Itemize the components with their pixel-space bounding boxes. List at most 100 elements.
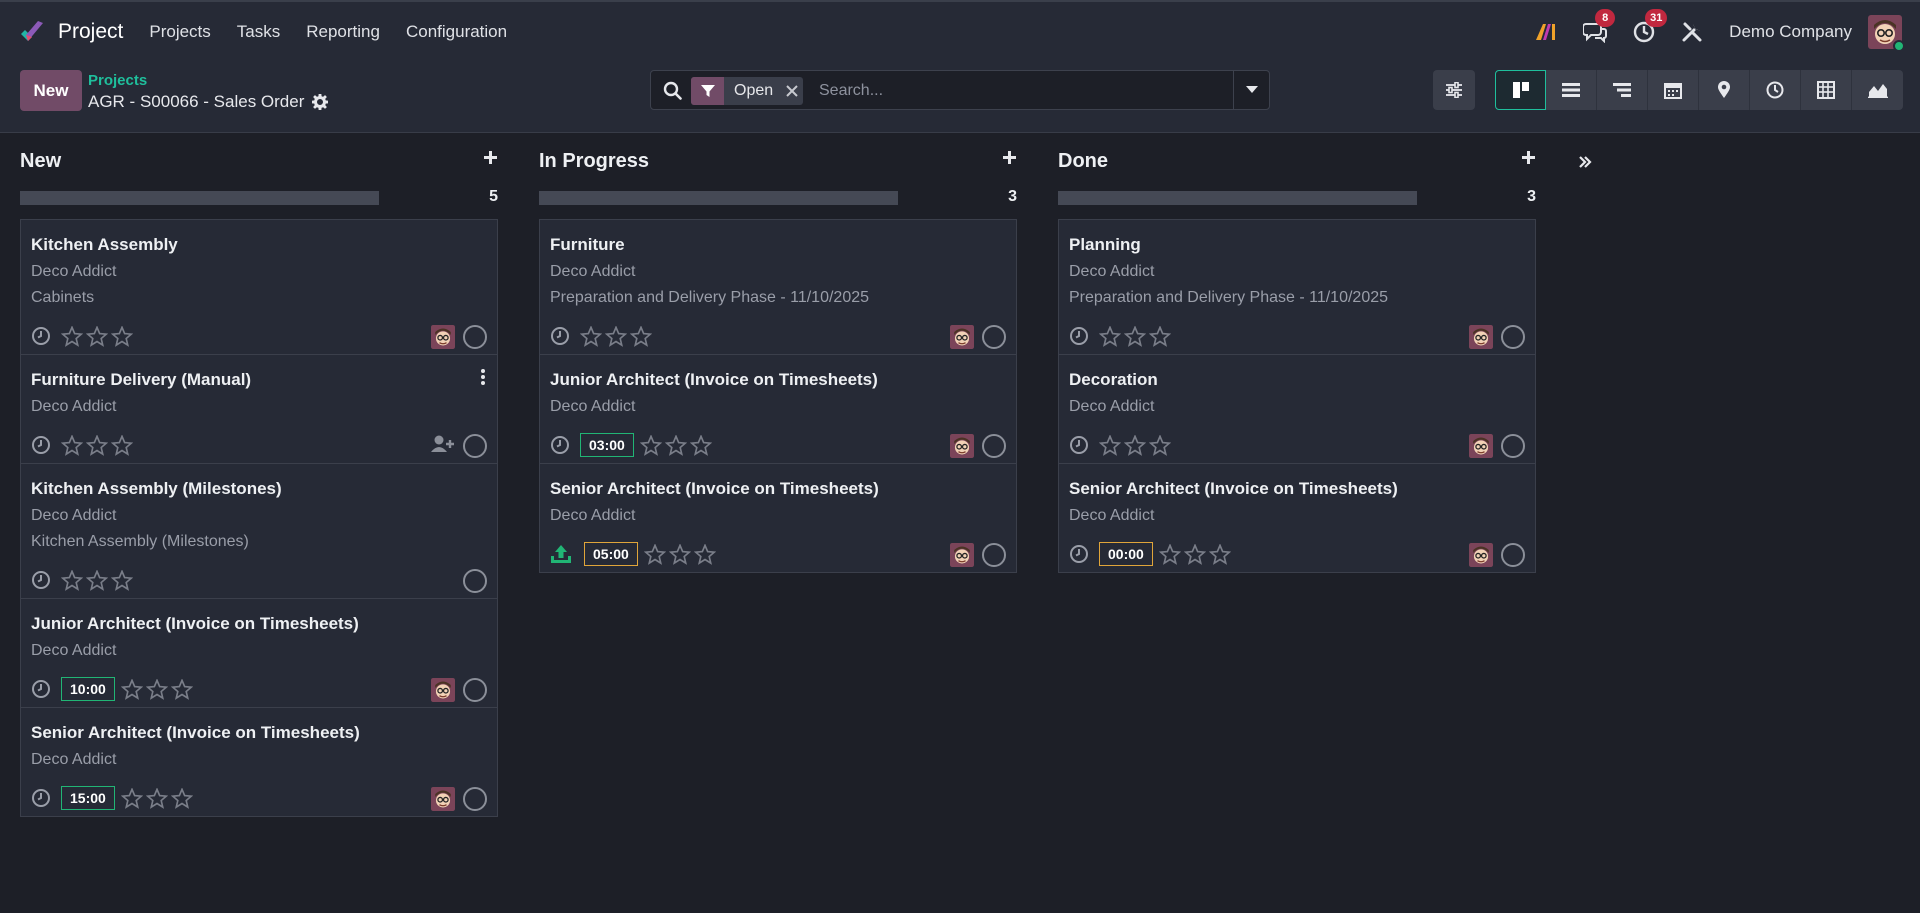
task-state-circle[interactable]	[463, 569, 487, 593]
double-chevron-right-icon[interactable]	[1578, 155, 1592, 169]
column-title[interactable]: New	[20, 150, 61, 172]
task-card[interactable]: Kitchen Assembly (Milestones) Deco Addic…	[21, 464, 497, 599]
calendar-view-icon[interactable]	[1648, 70, 1699, 110]
task-state-circle[interactable]	[463, 787, 487, 811]
star-icon[interactable]	[86, 434, 108, 456]
task-card[interactable]: Kitchen Assembly Deco Addict Cabinets	[21, 220, 497, 355]
upload-icon[interactable]	[550, 544, 572, 564]
activity-clock-icon[interactable]	[1069, 326, 1089, 346]
task-card[interactable]: Senior Architect (Invoice on Timesheets)…	[540, 464, 1016, 572]
star-icon[interactable]	[1158, 543, 1181, 565]
search-input[interactable]	[819, 80, 1219, 102]
activity-clock-icon[interactable]	[31, 435, 51, 455]
activity-clock-icon[interactable]	[550, 326, 570, 346]
priority-stars[interactable]	[1158, 543, 1234, 565]
kanban-view-icon[interactable]	[1495, 70, 1546, 110]
project-app-icon[interactable]	[18, 18, 46, 46]
menu-projects[interactable]: Projects	[149, 22, 210, 42]
star-icon[interactable]	[605, 325, 627, 347]
column-progress-bar[interactable]	[539, 191, 898, 205]
add-assignee-icon[interactable]	[431, 434, 455, 458]
task-card[interactable]: Senior Architect (Invoice on Timesheets)…	[1059, 464, 1535, 572]
app-name[interactable]: Project	[58, 20, 123, 44]
search-facet-open[interactable]: Open	[691, 77, 804, 105]
quick-create-plus-icon[interactable]	[483, 150, 498, 165]
star-icon[interactable]	[111, 325, 133, 347]
breadcrumb-projects[interactable]: Projects	[88, 72, 147, 89]
assignee-avatar[interactable]	[1469, 543, 1493, 567]
map-view-icon[interactable]	[1699, 70, 1750, 110]
assignee-avatar[interactable]	[431, 325, 455, 349]
task-card[interactable]: Junior Architect (Invoice on Timesheets)…	[21, 599, 497, 708]
star-icon[interactable]	[668, 543, 691, 565]
priority-stars[interactable]	[120, 678, 196, 700]
task-card[interactable]: Furniture Deco Addict Preparation and De…	[540, 220, 1016, 355]
task-card[interactable]: Decoration Deco Addict	[1059, 355, 1535, 464]
star-icon[interactable]	[1183, 543, 1206, 565]
debug-tools-icon[interactable]	[1681, 21, 1703, 43]
assignee-avatar[interactable]	[1469, 325, 1493, 349]
search-icon[interactable]	[663, 81, 682, 100]
star-icon[interactable]	[630, 325, 652, 347]
star-icon[interactable]	[580, 325, 602, 347]
activity-clock-icon[interactable]	[1069, 435, 1089, 455]
menu-reporting[interactable]: Reporting	[306, 22, 380, 42]
card-menu-icon[interactable]	[481, 369, 485, 385]
task-state-circle[interactable]	[982, 325, 1006, 349]
star-icon[interactable]	[1208, 543, 1231, 565]
user-avatar[interactable]	[1868, 15, 1905, 52]
star-icon[interactable]	[120, 787, 143, 809]
activity-clock-icon[interactable]	[31, 570, 51, 590]
list-view-icon[interactable]	[1546, 70, 1597, 110]
activity-clock-icon[interactable]	[31, 788, 51, 808]
star-icon[interactable]	[170, 678, 193, 700]
assignee-avatar[interactable]	[431, 787, 455, 811]
activities-clock-icon[interactable]: 31	[1633, 9, 1668, 43]
star-icon[interactable]	[111, 569, 133, 591]
star-icon[interactable]	[86, 325, 108, 347]
priority-stars[interactable]	[643, 543, 719, 565]
star-icon[interactable]	[1124, 325, 1146, 347]
priority-stars[interactable]	[580, 325, 655, 347]
task-state-circle[interactable]	[1501, 434, 1525, 458]
column-title[interactable]: In Progress	[539, 150, 649, 172]
column-title[interactable]: Done	[1058, 150, 1108, 172]
task-card[interactable]: Senior Architect (Invoice on Timesheets)…	[21, 708, 497, 816]
task-card[interactable]: Furniture Delivery (Manual) Deco Addict	[21, 355, 497, 464]
star-icon[interactable]	[1149, 325, 1171, 347]
task-state-circle[interactable]	[463, 678, 487, 702]
ai-assistant-icon[interactable]	[1535, 22, 1557, 42]
task-card[interactable]: Junior Architect (Invoice on Timesheets)…	[540, 355, 1016, 464]
facet-remove-icon[interactable]	[781, 77, 803, 105]
assignee-avatar[interactable]	[950, 434, 974, 458]
assignee-avatar[interactable]	[950, 325, 974, 349]
activity-clock-icon[interactable]	[31, 679, 51, 699]
priority-stars[interactable]	[639, 434, 715, 456]
star-icon[interactable]	[61, 569, 83, 591]
menu-configuration[interactable]: Configuration	[406, 22, 507, 42]
column-progress-bar[interactable]	[20, 191, 379, 205]
menu-tasks[interactable]: Tasks	[237, 22, 280, 42]
star-icon[interactable]	[170, 787, 193, 809]
star-icon[interactable]	[643, 543, 666, 565]
star-icon[interactable]	[120, 678, 143, 700]
activity-view-icon[interactable]	[1750, 70, 1801, 110]
star-icon[interactable]	[145, 787, 168, 809]
star-icon[interactable]	[1099, 434, 1121, 456]
new-button[interactable]: New	[20, 70, 82, 111]
activity-clock-icon[interactable]	[31, 326, 51, 346]
gear-icon[interactable]	[312, 94, 329, 110]
star-icon[interactable]	[61, 325, 83, 347]
star-icon[interactable]	[145, 678, 168, 700]
assignee-avatar[interactable]	[431, 678, 455, 702]
priority-stars[interactable]	[61, 569, 136, 591]
column-progress-bar[interactable]	[1058, 191, 1417, 205]
star-icon[interactable]	[664, 434, 687, 456]
star-icon[interactable]	[639, 434, 662, 456]
assignee-avatar[interactable]	[950, 543, 974, 567]
star-icon[interactable]	[1149, 434, 1171, 456]
company-switcher[interactable]: Demo Company	[1729, 22, 1852, 42]
priority-stars[interactable]	[1099, 434, 1174, 456]
priority-stars[interactable]	[61, 434, 136, 456]
star-icon[interactable]	[111, 434, 133, 456]
